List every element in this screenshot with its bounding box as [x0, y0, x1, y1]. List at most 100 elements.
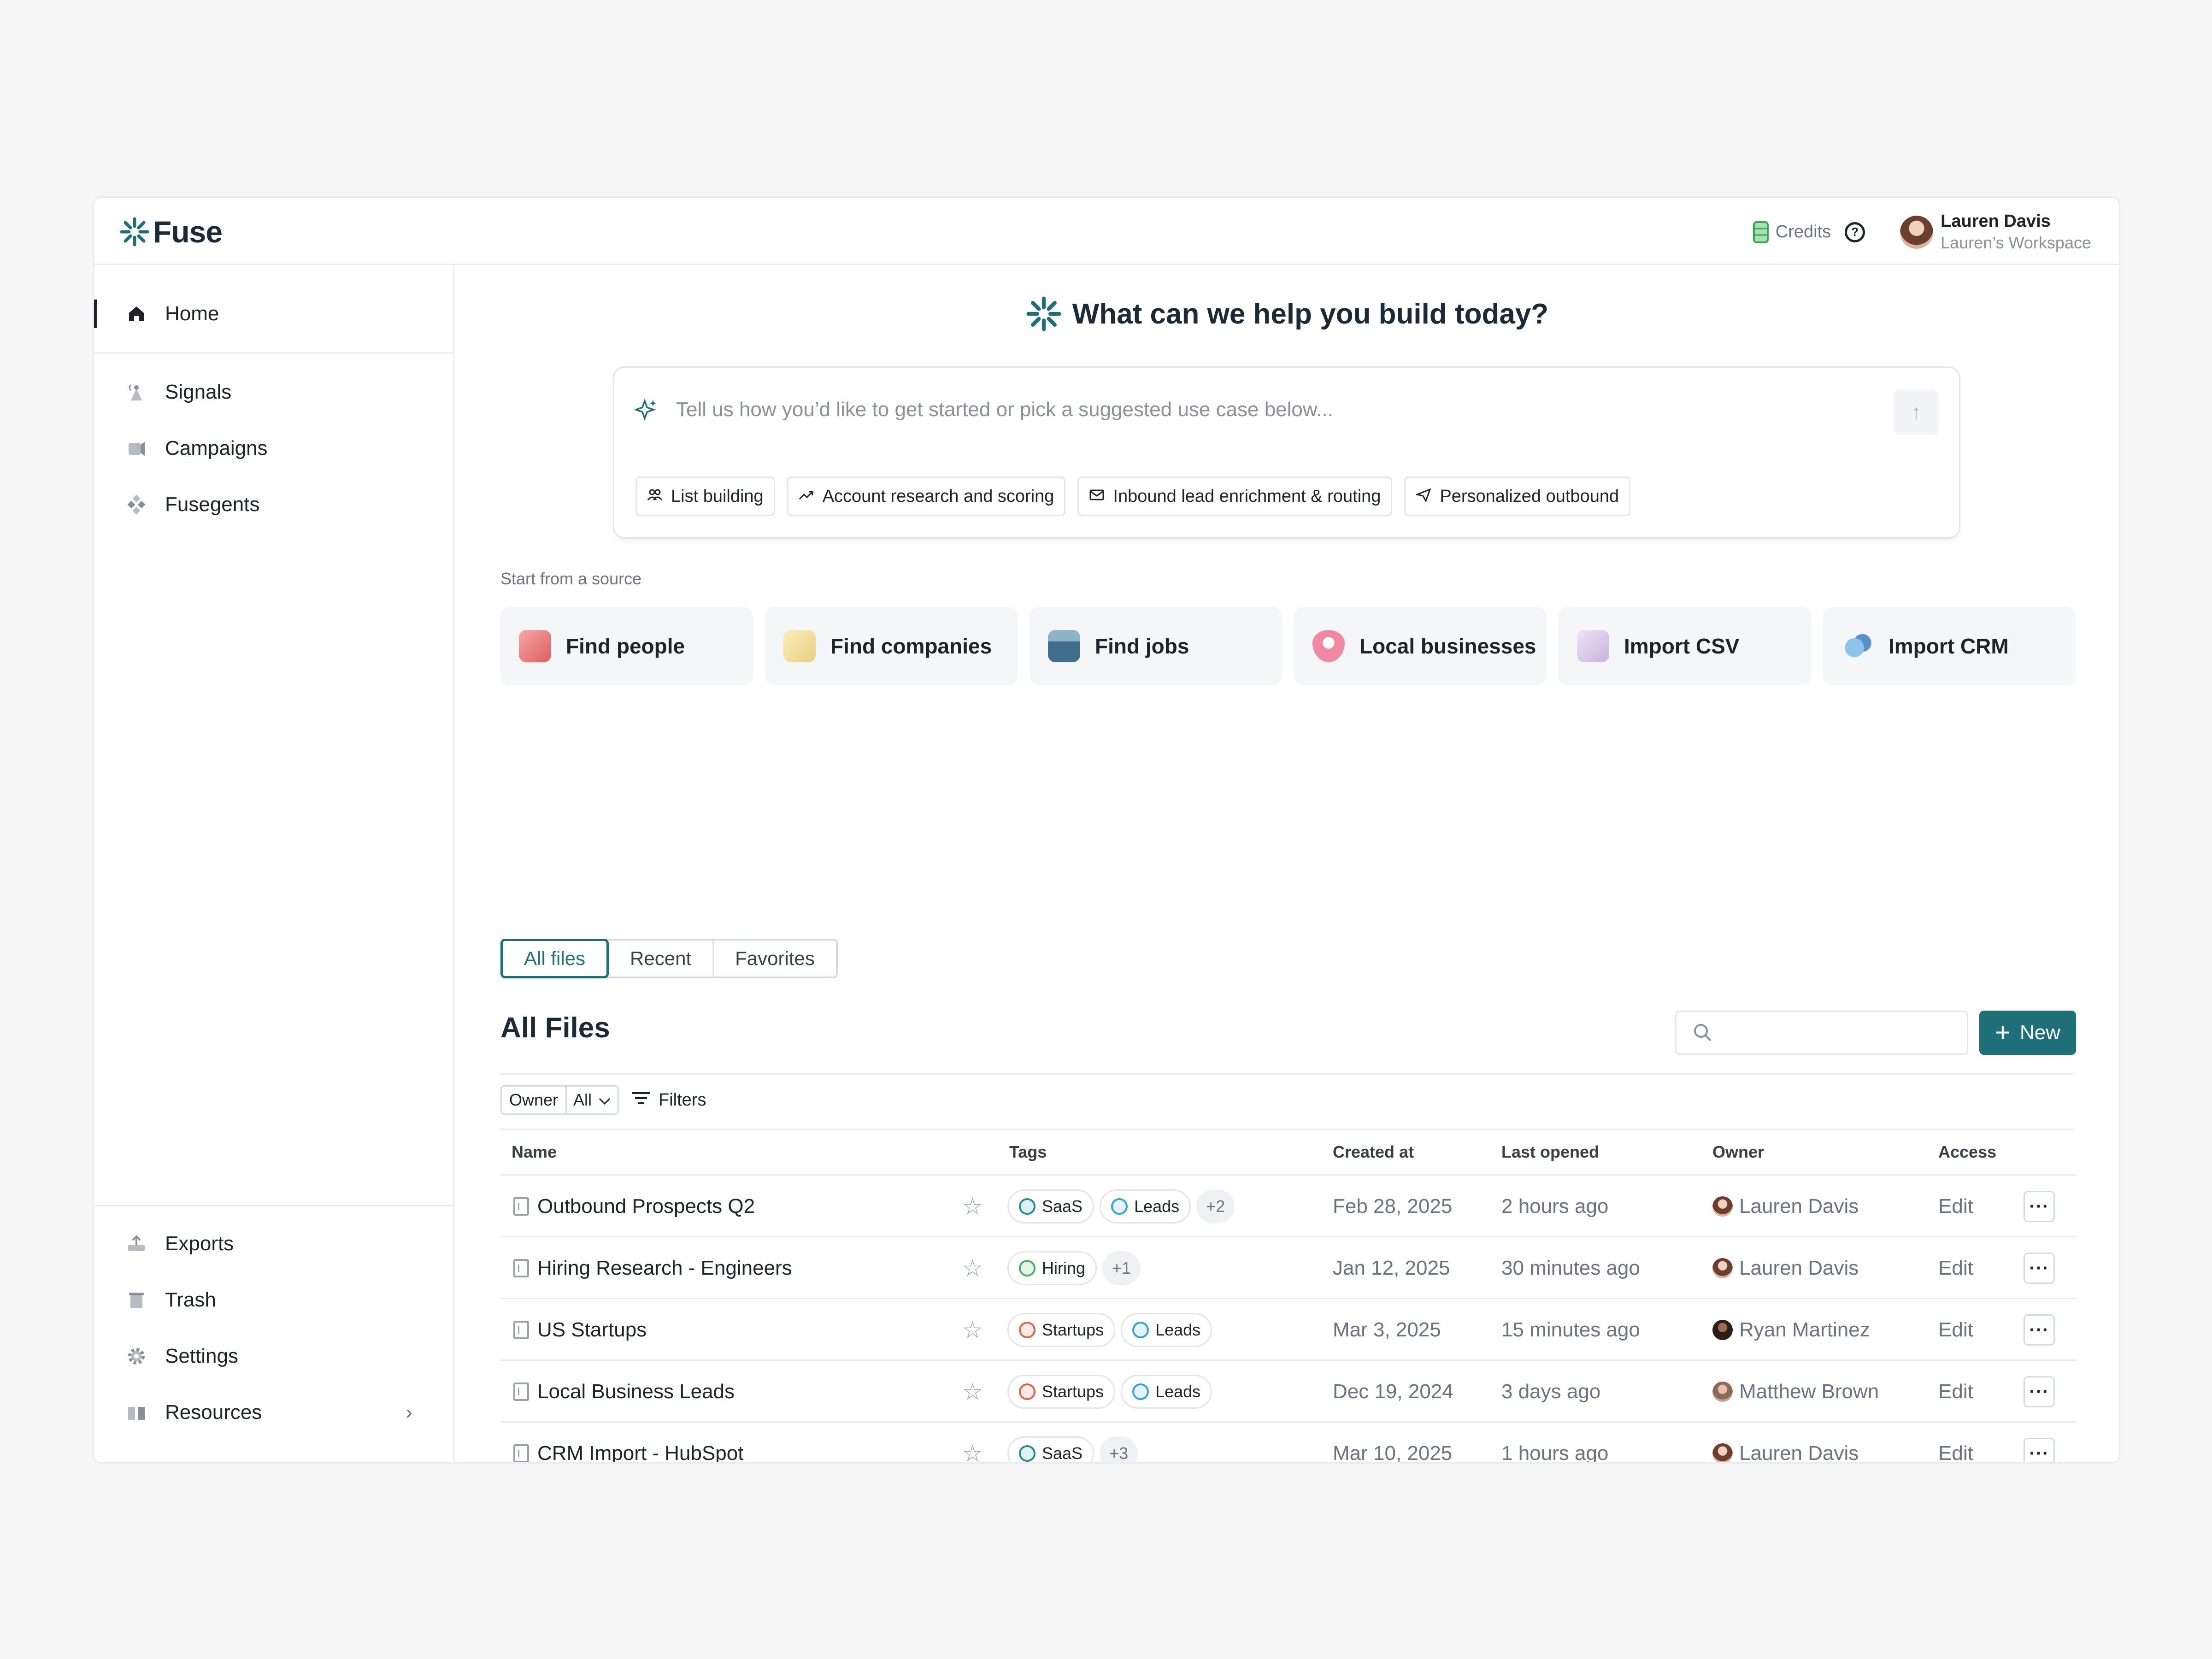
owner-filter[interactable]: Owner All	[500, 1085, 619, 1115]
tag-label: Leads	[1155, 1382, 1201, 1401]
sidebar-item-exports[interactable]: Exports	[94, 1225, 453, 1262]
sidebar-item-label: Home	[165, 302, 219, 325]
chip-inbound-lead[interactable]: Inbound lead enrichment & routing	[1077, 477, 1393, 516]
table-row[interactable]: US Startups ☆ Startups Leads Mar 3, 2025…	[500, 1299, 2077, 1361]
table-row[interactable]: Outbound Prospects Q2 ☆ SaaS Leads +2 Fe…	[500, 1176, 2077, 1237]
tag[interactable]: SaaS	[1007, 1189, 1094, 1224]
tags-cell: Startups Leads	[1007, 1361, 1212, 1423]
file-name-cell[interactable]: Outbound Prospects Q2	[513, 1176, 755, 1237]
prompt-input[interactable]: Tell us how you’d like to get started or…	[676, 398, 1333, 421]
column-header-name[interactable]: Name	[512, 1142, 557, 1162]
created-at: Mar 3, 2025	[1333, 1318, 1441, 1341]
sidebar-item-settings[interactable]: Settings	[94, 1338, 453, 1375]
source-import-csv[interactable]: Import CSV	[1559, 607, 1811, 685]
tag-dot	[1132, 1322, 1149, 1338]
top-bar: Fuse Credits ? Lauren Davis Lauren’s Wor…	[94, 198, 2119, 265]
tag[interactable]: Leads	[1121, 1375, 1212, 1409]
sidebar-item-campaigns[interactable]: Campaigns	[94, 430, 453, 467]
star-button[interactable]: ☆	[962, 1237, 983, 1299]
tab-favorites[interactable]: Favorites	[714, 941, 836, 977]
more-actions-button[interactable]: ···	[2024, 1314, 2055, 1346]
source-label: Find people	[566, 634, 685, 658]
people-icon	[647, 487, 663, 506]
chip-label: Account research and scoring	[822, 486, 1054, 506]
tab-all-files[interactable]: All files	[500, 939, 609, 978]
column-header-owner[interactable]: Owner	[1712, 1142, 1764, 1162]
search-box[interactable]	[1675, 1011, 1968, 1055]
sidebar-item-resources[interactable]: Resources ›	[94, 1394, 453, 1431]
tag[interactable]: Startups	[1007, 1375, 1116, 1409]
file-name-cell[interactable]: Hiring Research - Engineers	[513, 1237, 792, 1299]
help-icon[interactable]: ?	[1845, 222, 1865, 242]
column-header-access[interactable]: Access	[1938, 1142, 1996, 1162]
more-actions-button[interactable]: ···	[2024, 1253, 2055, 1284]
tab-recent[interactable]: Recent	[609, 941, 714, 977]
tag-overflow[interactable]: +3	[1100, 1436, 1138, 1462]
column-header-last-opened[interactable]: Last opened	[1501, 1142, 1599, 1162]
prompt-box[interactable]: Tell us how you’d like to get started or…	[613, 366, 1960, 539]
more-actions-button[interactable]: ···	[2024, 1438, 2055, 1462]
new-button[interactable]: + New	[1979, 1011, 2076, 1055]
tag[interactable]: SaaS	[1007, 1436, 1094, 1462]
source-local-businesses[interactable]: Local businesses	[1294, 607, 1547, 685]
column-header-created[interactable]: Created at	[1333, 1142, 1414, 1162]
tag-overflow[interactable]: +2	[1196, 1189, 1235, 1224]
sidebar-divider	[94, 353, 453, 354]
more-icon: ···	[2029, 1196, 2049, 1217]
file-name-cell[interactable]: CRM Import - HubSpot	[513, 1423, 743, 1462]
tag[interactable]: Leads	[1100, 1189, 1191, 1224]
credits-button[interactable]: Credits	[1753, 221, 1831, 244]
star-button[interactable]: ☆	[962, 1423, 983, 1462]
source-find-jobs[interactable]: Find jobs	[1030, 607, 1282, 685]
file-name-cell[interactable]: Local Business Leads	[513, 1361, 735, 1423]
tag[interactable]: Startups	[1007, 1313, 1116, 1347]
user-name: Lauren Davis	[1941, 212, 2051, 231]
source-import-crm[interactable]: Import CRM	[1823, 607, 2076, 685]
file-name-cell[interactable]: US Startups	[513, 1299, 647, 1361]
sidebar-divider	[94, 1205, 453, 1206]
chip-account-research[interactable]: Account research and scoring	[787, 477, 1066, 516]
star-button[interactable]: ☆	[962, 1361, 983, 1423]
star-button[interactable]: ☆	[962, 1176, 983, 1237]
logo[interactable]: Fuse	[120, 214, 223, 249]
top-right-actions: Credits ? Lauren Davis Lauren’s Workspac…	[1753, 212, 2091, 253]
plus-icon: +	[1995, 1018, 2011, 1047]
tag[interactable]: Hiring	[1007, 1251, 1097, 1285]
file-tabs: All files Recent Favorites	[500, 939, 838, 978]
tag-overflow[interactable]: +1	[1102, 1251, 1141, 1285]
sidebar-item-signals[interactable]: Signals	[94, 374, 453, 411]
table-row[interactable]: Local Business Leads ☆ Startups Leads De…	[500, 1361, 2077, 1423]
chip-list-building[interactable]: List building	[635, 477, 775, 516]
owner-name: Ryan Martinez	[1739, 1318, 1870, 1341]
tag-dot	[1019, 1198, 1035, 1215]
more-actions-button[interactable]: ···	[2024, 1191, 2055, 1222]
sidebar-item-fusegents[interactable]: Fusegents	[94, 486, 453, 523]
search-input[interactable]	[1723, 1018, 1953, 1047]
column-header-tags[interactable]: Tags	[1009, 1142, 1047, 1162]
filters-label: Filters	[659, 1090, 706, 1110]
user-menu[interactable]: Lauren Davis Lauren’s Workspace	[1941, 212, 2091, 253]
tag[interactable]: Leads	[1121, 1313, 1212, 1347]
send-button[interactable]: ↑	[1894, 390, 1939, 435]
avatar[interactable]	[1900, 215, 1934, 249]
star-button[interactable]: ☆	[962, 1299, 983, 1361]
sidebar-item-home[interactable]: Home	[94, 295, 453, 332]
chip-personalized-outbound[interactable]: Personalized outbound	[1404, 477, 1631, 516]
source-find-people[interactable]: Find people	[500, 607, 753, 685]
tag-label: Leads	[1134, 1197, 1180, 1216]
avatar	[1712, 1382, 1733, 1402]
owner-filter-select[interactable]: All	[567, 1087, 618, 1113]
sidebar-item-trash[interactable]: Trash	[94, 1282, 453, 1318]
credits-label: Credits	[1775, 222, 1831, 241]
more-actions-button[interactable]: ···	[2024, 1376, 2055, 1407]
page-title: All Files	[500, 1012, 610, 1044]
owner-filter-label: Owner	[502, 1087, 567, 1113]
table-row[interactable]: CRM Import - HubSpot ☆ SaaS +3 Mar 10, 2…	[500, 1423, 2077, 1462]
source-label: Local businesses	[1359, 634, 1536, 658]
search-icon	[1694, 1024, 1712, 1041]
tag-dot	[1111, 1198, 1128, 1215]
owner-cell: Matthew Brown	[1712, 1361, 1879, 1423]
table-row[interactable]: Hiring Research - Engineers ☆ Hiring +1 …	[500, 1237, 2077, 1299]
source-find-companies[interactable]: Find companies	[765, 607, 1018, 685]
filters-button[interactable]: Filters	[631, 1085, 706, 1115]
